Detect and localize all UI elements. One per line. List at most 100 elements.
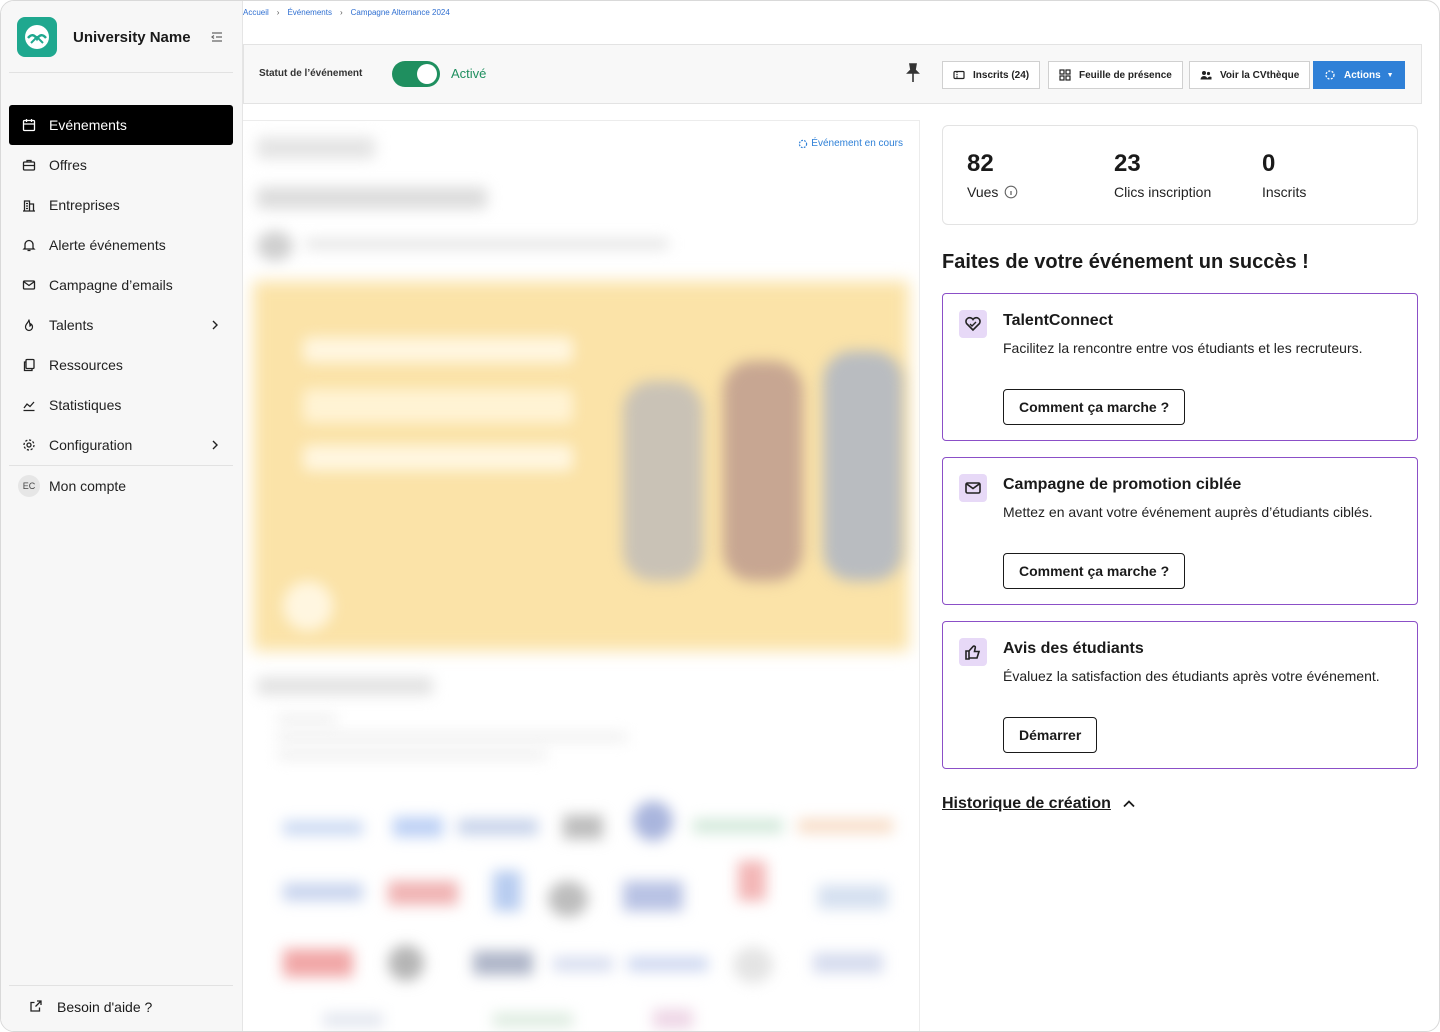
start-button[interactable]: Démarrer (1003, 717, 1098, 753)
sidebar-nav: Evénements Offres Entreprises Alerte évé… (9, 105, 233, 506)
event-status-toggle[interactable] (392, 61, 440, 87)
event-preview: Événement en cours (243, 120, 920, 1031)
blurred-placeholder (277, 733, 627, 741)
thumbs-up-icon (959, 638, 987, 666)
sidebar-item-evenements[interactable]: Evénements (9, 105, 233, 145)
blurred-placeholder (818, 885, 888, 909)
actions-label: Actions (1344, 69, 1381, 81)
sidebar: University Name Evénements Offres Entrep… (1, 1, 243, 1031)
stat-value: 82 (967, 150, 994, 177)
calendar-icon (21, 117, 37, 133)
pin-icon[interactable] (904, 63, 922, 83)
sidebar-divider (9, 72, 233, 73)
blurred-placeholder (257, 231, 293, 261)
blurred-placeholder (738, 861, 766, 901)
voir-cvtheque-label: Voir la CVthèque (1220, 69, 1300, 81)
stat-value: 23 (1114, 150, 1141, 177)
promo-card-title: Campagne de promotion ciblée (1003, 476, 1242, 493)
blurred-placeholder (283, 821, 363, 835)
promo-card-description: Mettez en avant votre événement auprès d… (1003, 504, 1373, 520)
blurred-placeholder (823, 351, 903, 581)
historique-label: Historique de création (942, 795, 1111, 812)
historique-creation-toggle[interactable]: Historique de création (942, 795, 1137, 813)
blurred-placeholder (623, 381, 703, 581)
blurred-placeholder (303, 337, 573, 363)
stat-label: Vues (967, 184, 1018, 200)
sidebar-item-campagne-emails[interactable]: Campagne d’emails (9, 265, 233, 305)
promo-card-title: TalentConnect (1003, 312, 1113, 329)
sidebar-item-label: Ressources (49, 357, 123, 373)
promo-card-campagne-ciblee: Campagne de promotion ciblée Mettez en a… (942, 457, 1418, 605)
event-status-indicator: Événement en cours (798, 138, 903, 149)
breadcrumb-item-accueil[interactable]: Accueil (243, 8, 269, 17)
sidebar-item-mon-compte[interactable]: EC Mon compte (9, 466, 233, 506)
gear-icon (21, 437, 37, 453)
brand[interactable]: University Name (17, 17, 191, 57)
app-window: University Name Evénements Offres Entrep… (0, 0, 1440, 1032)
blurred-placeholder (548, 881, 588, 917)
voir-cvtheque-button[interactable]: Voir la CVthèque (1189, 61, 1311, 89)
sidebar-item-statistiques[interactable]: Statistiques (9, 385, 233, 425)
blurred-placeholder (723, 361, 803, 581)
help-label: Besoin d'aide ? (57, 999, 153, 1015)
blurred-placeholder (693, 819, 783, 833)
sidebar-item-label: Offres (49, 157, 87, 173)
actions-button[interactable]: Actions ▼ (1313, 61, 1405, 89)
sidebar-item-label: Alerte événements (49, 237, 166, 253)
event-stats-card: 82 Vues 23 Clics inscription 0 Inscrits (942, 125, 1418, 225)
external-link-icon (29, 999, 45, 1015)
blurred-placeholder (813, 953, 883, 973)
sidebar-item-label: Statistiques (49, 397, 122, 413)
sidebar-item-configuration[interactable]: Configuration (9, 425, 233, 465)
inscrits-button[interactable]: Inscrits (24) (942, 61, 1041, 89)
how-it-works-button[interactable]: Comment ça marche ? (1003, 553, 1186, 589)
stat-vues: 82 Vues (967, 150, 1018, 200)
mail-icon (959, 474, 987, 502)
sidebar-item-offres[interactable]: Offres (9, 145, 233, 185)
sidebar-item-talents[interactable]: Talents (9, 305, 233, 345)
chart-icon (21, 397, 37, 413)
blurred-placeholder (733, 947, 773, 983)
blurred-placeholder (305, 239, 669, 249)
sidebar-item-ressources[interactable]: Ressources (9, 345, 233, 385)
blurred-placeholder (553, 957, 613, 971)
blurred-placeholder (623, 881, 683, 911)
blurred-placeholder (257, 187, 487, 209)
blurred-placeholder (388, 881, 458, 905)
info-icon[interactable] (1004, 185, 1018, 199)
caret-down-icon: ▼ (1386, 71, 1394, 79)
sidebar-item-label: Campagne d’emails (49, 277, 173, 293)
blurred-placeholder (563, 815, 603, 839)
blurred-placeholder (303, 389, 573, 423)
sidebar-item-alerte-evenements[interactable]: Alerte événements (9, 225, 233, 265)
sidebar-item-entreprises[interactable]: Entreprises (9, 185, 233, 225)
flame-icon (21, 317, 37, 333)
blurred-placeholder (393, 817, 443, 837)
university-logo-icon (17, 17, 57, 57)
toggle-knob (417, 64, 437, 84)
status-value: Activé (451, 66, 487, 81)
collapse-sidebar-icon[interactable] (209, 29, 225, 45)
promo-card-description: Évaluez la satisfaction des étudiants ap… (1003, 668, 1380, 684)
blurred-placeholder (283, 581, 333, 631)
breadcrumb-item-current[interactable]: Campagne Alternance 2024 (351, 8, 450, 17)
how-it-works-button[interactable]: Comment ça marche ? (1003, 389, 1186, 425)
grid-icon (1059, 69, 1071, 81)
breadcrumb: Accueil › Événements › Campagne Alternan… (243, 8, 450, 17)
stat-label-text: Vues (967, 184, 999, 200)
status-label: Statut de l’événement (259, 68, 363, 79)
sidebar-item-label: Talents (49, 317, 94, 333)
stat-label: Clics inscription (1114, 184, 1212, 200)
promo-card-description: Facilitez la rencontre entre vos étudian… (1003, 340, 1363, 356)
blurred-placeholder (257, 137, 375, 159)
event-status-bar: Statut de l’événement Activé Inscrits (2… (243, 44, 1422, 104)
promo-title: Faites de votre événement un succès ! (942, 251, 1309, 273)
spinner-icon (1324, 69, 1336, 81)
promo-card-avis-etudiants: Avis des étudiants Évaluez la satisfacti… (942, 621, 1418, 769)
blurred-placeholder (473, 951, 533, 975)
blurred-placeholder (628, 957, 708, 971)
breadcrumb-item-evenements[interactable]: Événements (287, 8, 331, 17)
feuille-presence-button[interactable]: Feuille de présence (1048, 61, 1183, 89)
blurred-placeholder (633, 801, 673, 841)
help-link[interactable]: Besoin d'aide ? (29, 999, 152, 1015)
